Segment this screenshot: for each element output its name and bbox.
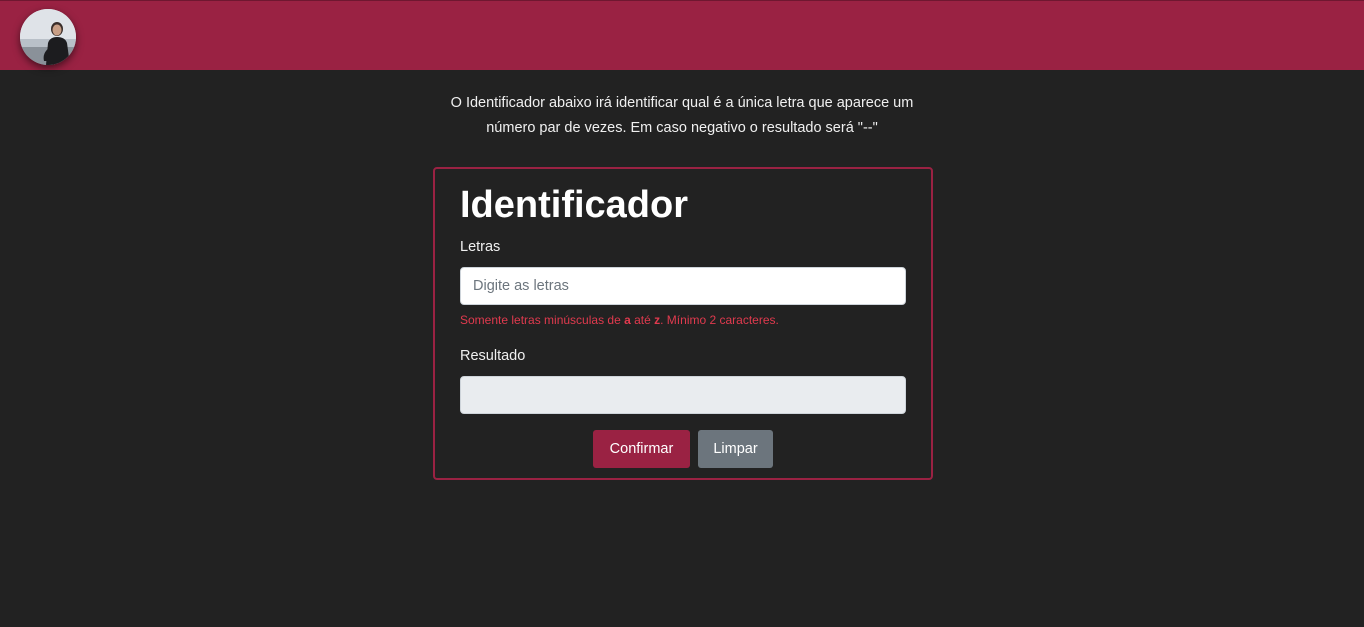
hint-text-1: Somente letras minúsculas de	[460, 313, 625, 327]
confirm-button[interactable]: Confirmar	[593, 430, 690, 468]
intro-text: O Identificador abaixo irá identificar q…	[382, 91, 982, 141]
clear-button[interactable]: Limpar	[698, 430, 773, 468]
letters-hint: Somente letras minúsculas de a até z. Mí…	[460, 313, 779, 327]
hint-text-2: até	[630, 313, 655, 327]
result-field[interactable]	[460, 376, 906, 414]
intro-line-2: número par de vezes. Em caso negativo o …	[486, 120, 878, 136]
hint-text-3: . Mínimo 2 caracteres.	[660, 313, 779, 327]
letters-label: Letras	[460, 239, 501, 255]
form-title: Identificador	[460, 184, 689, 226]
avatar-photo-icon	[20, 9, 76, 65]
result-label: Resultado	[460, 348, 526, 364]
hint-from-letter: a	[624, 313, 631, 327]
intro-line-1: O Identificador abaixo irá identificar q…	[450, 95, 914, 111]
letters-input[interactable]	[460, 267, 906, 305]
profile-avatar[interactable]	[20, 9, 76, 65]
top-navbar	[0, 0, 1364, 70]
identifier-form-card: Identificador Letras Somente letras minú…	[433, 167, 933, 480]
